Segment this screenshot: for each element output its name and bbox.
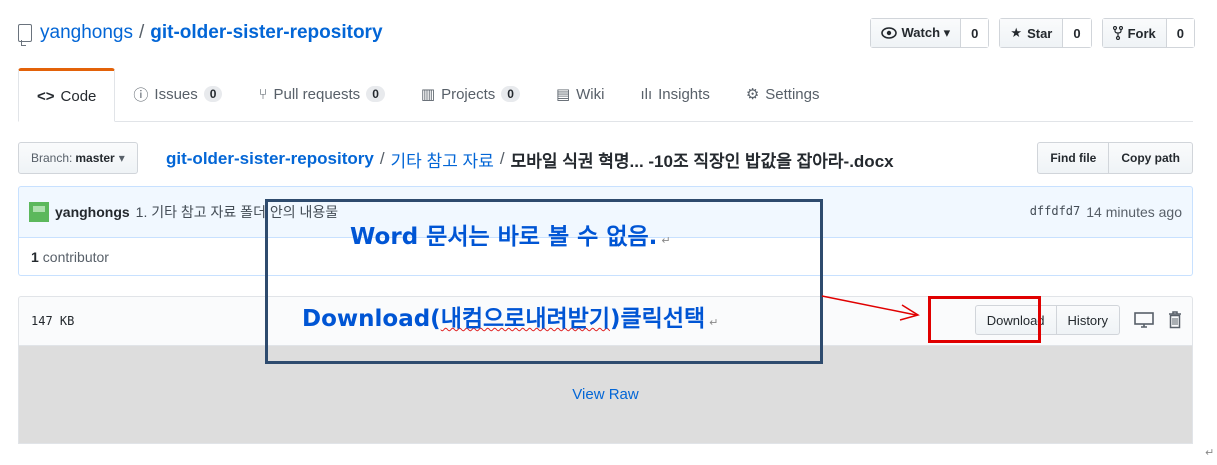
eye-icon — [880, 27, 897, 39]
tab-pull-requests-label: Pull requests — [273, 85, 361, 103]
annotation-line-2-underlined: 내컴으로내려받기 — [440, 306, 610, 332]
branch-name: master — [75, 151, 115, 165]
star-button[interactable]: ★ Star — [1000, 19, 1064, 47]
breadcrumb-root-link[interactable]: git-older-sister-repository — [166, 149, 374, 169]
tab-settings[interactable]: ⚙ Settings — [728, 67, 838, 121]
return-mark-icon: ↵ — [661, 234, 671, 247]
tab-wiki[interactable]: ▤ Wiki — [538, 67, 623, 121]
tab-issues[interactable]: ⓘ Issues 0 — [115, 67, 240, 121]
tab-code[interactable]: <> Code — [18, 68, 116, 122]
tab-projects[interactable]: ▥ Projects 0 — [403, 67, 538, 121]
branch-prefix: Branch: — [31, 151, 73, 165]
projects-counter: 0 — [501, 86, 520, 102]
repo-owner-link[interactable]: yanghongs — [40, 22, 133, 44]
fork-icon — [1112, 26, 1123, 40]
star-icon: ★ — [1010, 25, 1023, 40]
issues-counter: 0 — [203, 86, 223, 102]
tab-wiki-label: Wiki — [576, 85, 605, 103]
breadcrumb-file-name: 모바일 식권 혁명... -10조 직장인 밥값을 잡아라-.docx — [510, 151, 894, 171]
repo-nav-tabs: <> Code ⓘ Issues 0 ⑂ Pull requests 0 ▥ P… — [18, 68, 1193, 122]
return-mark-icon: ↵ — [709, 316, 719, 329]
issue-icon: ⓘ — [133, 86, 149, 104]
breadcrumb-folder-link[interactable]: 기타 참고 자료 — [391, 147, 494, 172]
watch-label: Watch ▾ — [901, 25, 951, 40]
watch-count[interactable]: 0 — [961, 19, 989, 47]
view-raw-link[interactable]: View Raw — [572, 386, 638, 403]
contributors-label: contributor — [42, 248, 109, 265]
branch-select-button[interactable]: Branch: master ▾ — [18, 142, 138, 174]
breadcrumb-separator: / — [379, 149, 385, 168]
commit-sha-link[interactable]: dffdfd7 — [1030, 204, 1081, 220]
find-file-button[interactable]: Find file — [1037, 142, 1110, 174]
annotation-box: Word 문서는 바로 볼 수 없음. ↵ Download(내컴으로내려받기)클… — [265, 199, 823, 364]
annotation-line-2-prefix: Download( — [302, 306, 441, 332]
tab-code-label: Code — [60, 87, 97, 105]
repo-header: yanghongs / git-older-sister-repository — [18, 18, 383, 48]
repo-name-link[interactable]: git-older-sister-repository — [150, 22, 382, 44]
annotation-line-2: Download(내컴으로내려받기)클릭선택 ↵ — [302, 299, 718, 333]
star-group: ★ Star 0 — [999, 18, 1092, 48]
fork-button[interactable]: Fork — [1102, 19, 1167, 47]
project-icon: ▥ — [420, 86, 436, 103]
tab-insights[interactable]: ılı Insights — [622, 67, 727, 121]
gear-icon: ⚙ — [745, 86, 760, 103]
trash-icon[interactable] — [1168, 311, 1182, 329]
download-highlight-box — [928, 296, 1041, 343]
fork-count[interactable]: 0 — [1166, 19, 1194, 47]
repo-icon — [18, 24, 32, 46]
breadcrumb: git-older-sister-repository / 기타 참고 자료 /… — [166, 144, 894, 174]
star-label: Star — [1027, 25, 1053, 41]
code-icon: <> — [37, 87, 55, 105]
annotation-line-2-suffix: )클릭선택 — [609, 306, 706, 332]
chevron-down-icon: ▾ — [118, 151, 125, 165]
annotation-line-1-text: Word 문서는 바로 볼 수 없음. — [350, 224, 658, 250]
history-button[interactable]: History — [1056, 305, 1120, 335]
watch-group: Watch ▾ 0 — [869, 18, 990, 48]
commit-author-link[interactable]: yanghongs — [55, 204, 130, 220]
desktop-icon[interactable] — [1134, 312, 1154, 328]
copy-path-button[interactable]: Copy path — [1109, 142, 1193, 174]
annotation-line-1: Word 문서는 바로 볼 수 없음. ↵ — [350, 217, 671, 251]
fork-group: Fork 0 — [1101, 18, 1195, 48]
pull-request-icon: ⑂ — [258, 85, 268, 103]
graph-icon: ılı — [640, 85, 653, 103]
tab-projects-label: Projects — [441, 85, 496, 103]
fork-label: Fork — [1127, 25, 1156, 41]
avatar[interactable] — [29, 202, 49, 222]
book-icon: ▤ — [555, 86, 571, 103]
star-count[interactable]: 0 — [1063, 19, 1091, 47]
tab-settings-label: Settings — [765, 85, 820, 103]
watch-button[interactable]: Watch ▾ — [870, 19, 962, 47]
breadcrumb-separator: / — [499, 149, 505, 168]
commit-time: 14 minutes ago — [1086, 204, 1182, 220]
file-nav: Find file Copy path — [1037, 142, 1193, 174]
tab-insights-label: Insights — [658, 85, 710, 103]
contributors-count: 1 — [31, 248, 39, 265]
commit-meta: dffdfd7 14 minutes ago — [1030, 204, 1182, 220]
arrow-right-icon — [821, 295, 920, 321]
tab-issues-label: Issues — [154, 85, 198, 103]
file-size: 147 KB — [31, 314, 75, 328]
tab-pull-requests[interactable]: ⑂ Pull requests 0 — [240, 67, 402, 121]
return-mark-icon: ↵ — [1205, 447, 1215, 459]
repo-separator: / — [138, 22, 145, 43]
repo-actions: Watch ▾ 0 ★ Star 0 Fork 0 — [869, 18, 1195, 48]
pull-requests-counter: 0 — [366, 86, 385, 102]
